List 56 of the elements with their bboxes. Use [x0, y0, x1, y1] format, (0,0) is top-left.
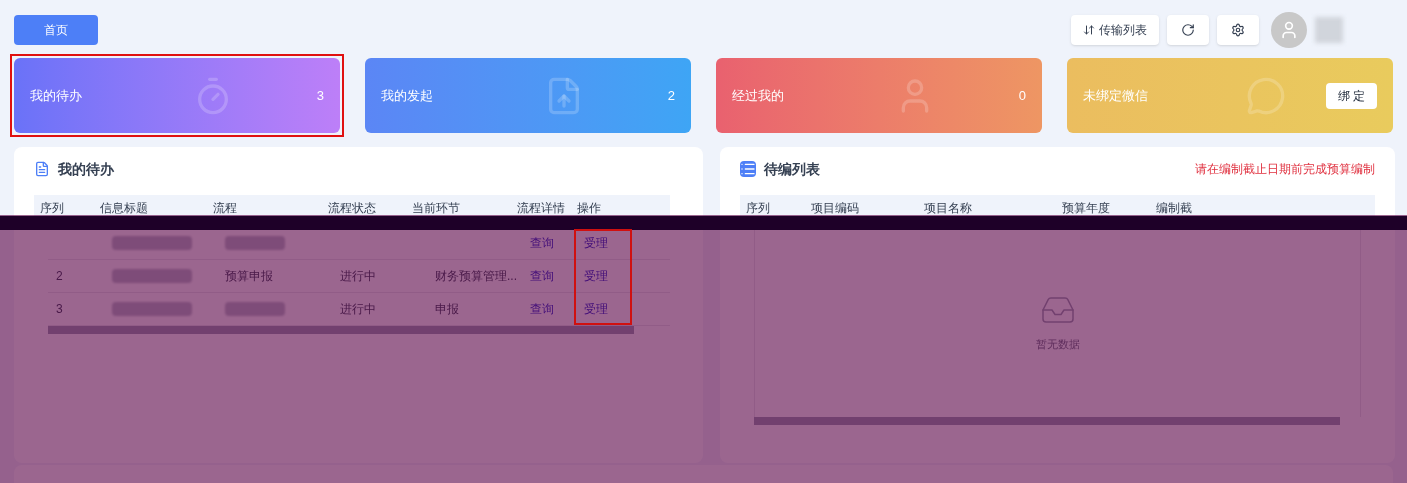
- home-button[interactable]: 首页: [14, 15, 98, 45]
- transfer-list-button[interactable]: 传输列表: [1071, 15, 1159, 45]
- card-count: 0: [1018, 86, 1026, 105]
- bind-button[interactable]: 绑 定: [1325, 82, 1377, 109]
- column-header: 流程详情: [516, 200, 566, 217]
- column-header: 项目编码: [810, 200, 860, 217]
- table-cell: 进行中: [340, 269, 376, 283]
- avatar[interactable]: [1271, 12, 1307, 48]
- card-label: 我的发起: [381, 86, 433, 105]
- blurred-text: [225, 236, 285, 250]
- stat-card[interactable]: 我的发起 2: [365, 58, 691, 133]
- horizontal-scrollbar[interactable]: [754, 417, 1340, 425]
- column-header: 信息标题: [99, 200, 149, 217]
- card-label: 经过我的: [732, 86, 784, 105]
- panel-title: 待编列表: [764, 159, 820, 179]
- document-icon: [34, 161, 50, 177]
- panel-title: 我的待办: [58, 159, 114, 179]
- query-link[interactable]: 查询: [530, 302, 554, 316]
- stat-card[interactable]: 经过我的 0: [716, 58, 1042, 133]
- column-header: 流程: [212, 200, 238, 217]
- column-header: 序列: [745, 200, 771, 217]
- table-cell: 进行中: [340, 302, 376, 316]
- column-header: 项目名称: [923, 200, 973, 217]
- column-header: 编制截: [1155, 200, 1193, 217]
- table-cell: 预算申报: [225, 269, 273, 283]
- table-cell: 2: [56, 269, 63, 283]
- column-header: 当前环节: [411, 200, 461, 217]
- card-count: 3: [316, 86, 324, 105]
- query-link[interactable]: 查询: [530, 269, 554, 283]
- accept-link[interactable]: 受理: [584, 236, 608, 250]
- stat-card[interactable]: 未绑定微信 绑 定: [1067, 58, 1393, 133]
- accept-link[interactable]: 受理: [584, 269, 608, 283]
- table-cell: 3: [56, 302, 63, 316]
- query-link[interactable]: 查询: [530, 236, 554, 250]
- blurred-text: [225, 302, 285, 316]
- card-watermark-icon: [1246, 75, 1287, 116]
- card-label: 未绑定微信: [1083, 86, 1148, 105]
- deadline-notice: 请在编制截止日期前完成预算编制: [1195, 161, 1375, 178]
- card-label: 我的待办: [30, 86, 82, 105]
- refresh-button[interactable]: [1167, 15, 1209, 45]
- table-cell: 财务预算管理...: [435, 269, 517, 283]
- accept-link[interactable]: 受理: [584, 302, 608, 316]
- column-header: 操作: [576, 200, 602, 217]
- stat-card[interactable]: 我的待办 3: [14, 58, 340, 133]
- refresh-icon: [1181, 23, 1195, 37]
- transfer-icon: [1083, 24, 1095, 36]
- list-icon: [740, 161, 756, 177]
- column-header: 流程状态: [327, 200, 377, 217]
- column-header: 预算年度: [1061, 200, 1111, 217]
- blurred-username: [1315, 17, 1343, 43]
- horizontal-scrollbar[interactable]: [48, 326, 634, 334]
- card-count: 2: [667, 86, 675, 105]
- settings-icon: [1231, 23, 1245, 37]
- table-cell: 申报: [435, 302, 459, 316]
- settings-button[interactable]: [1217, 15, 1259, 45]
- column-header: 序列: [39, 200, 65, 217]
